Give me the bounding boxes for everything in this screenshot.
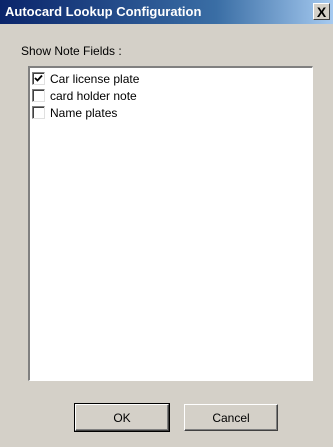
checkbox-car-license-plate[interactable] <box>32 72 45 85</box>
show-note-fields-label: Show Note Fields : <box>21 44 122 58</box>
list-item-label: Name plates <box>50 105 118 120</box>
close-button[interactable]: X <box>313 3 330 20</box>
checkbox-card-holder-note[interactable] <box>32 89 45 102</box>
list-item-label: card holder note <box>50 88 137 103</box>
ok-button[interactable]: OK <box>74 403 170 432</box>
list-item-card-holder-note[interactable]: card holder note <box>32 87 312 104</box>
list-item-label: Car license plate <box>50 71 140 86</box>
title-bar: Autocard Lookup Configuration X <box>0 0 333 24</box>
list-item-car-license-plate[interactable]: Car license plate <box>32 70 312 87</box>
list-item-name-plates[interactable]: Name plates <box>32 104 312 121</box>
checkbox-name-plates[interactable] <box>32 106 45 119</box>
checkmark-icon <box>34 74 43 82</box>
window-title: Autocard Lookup Configuration <box>5 4 202 19</box>
cancel-button[interactable]: Cancel <box>184 404 278 431</box>
note-fields-listbox[interactable]: Car license plate card holder note Name … <box>27 65 314 382</box>
close-icon: X <box>316 3 327 20</box>
